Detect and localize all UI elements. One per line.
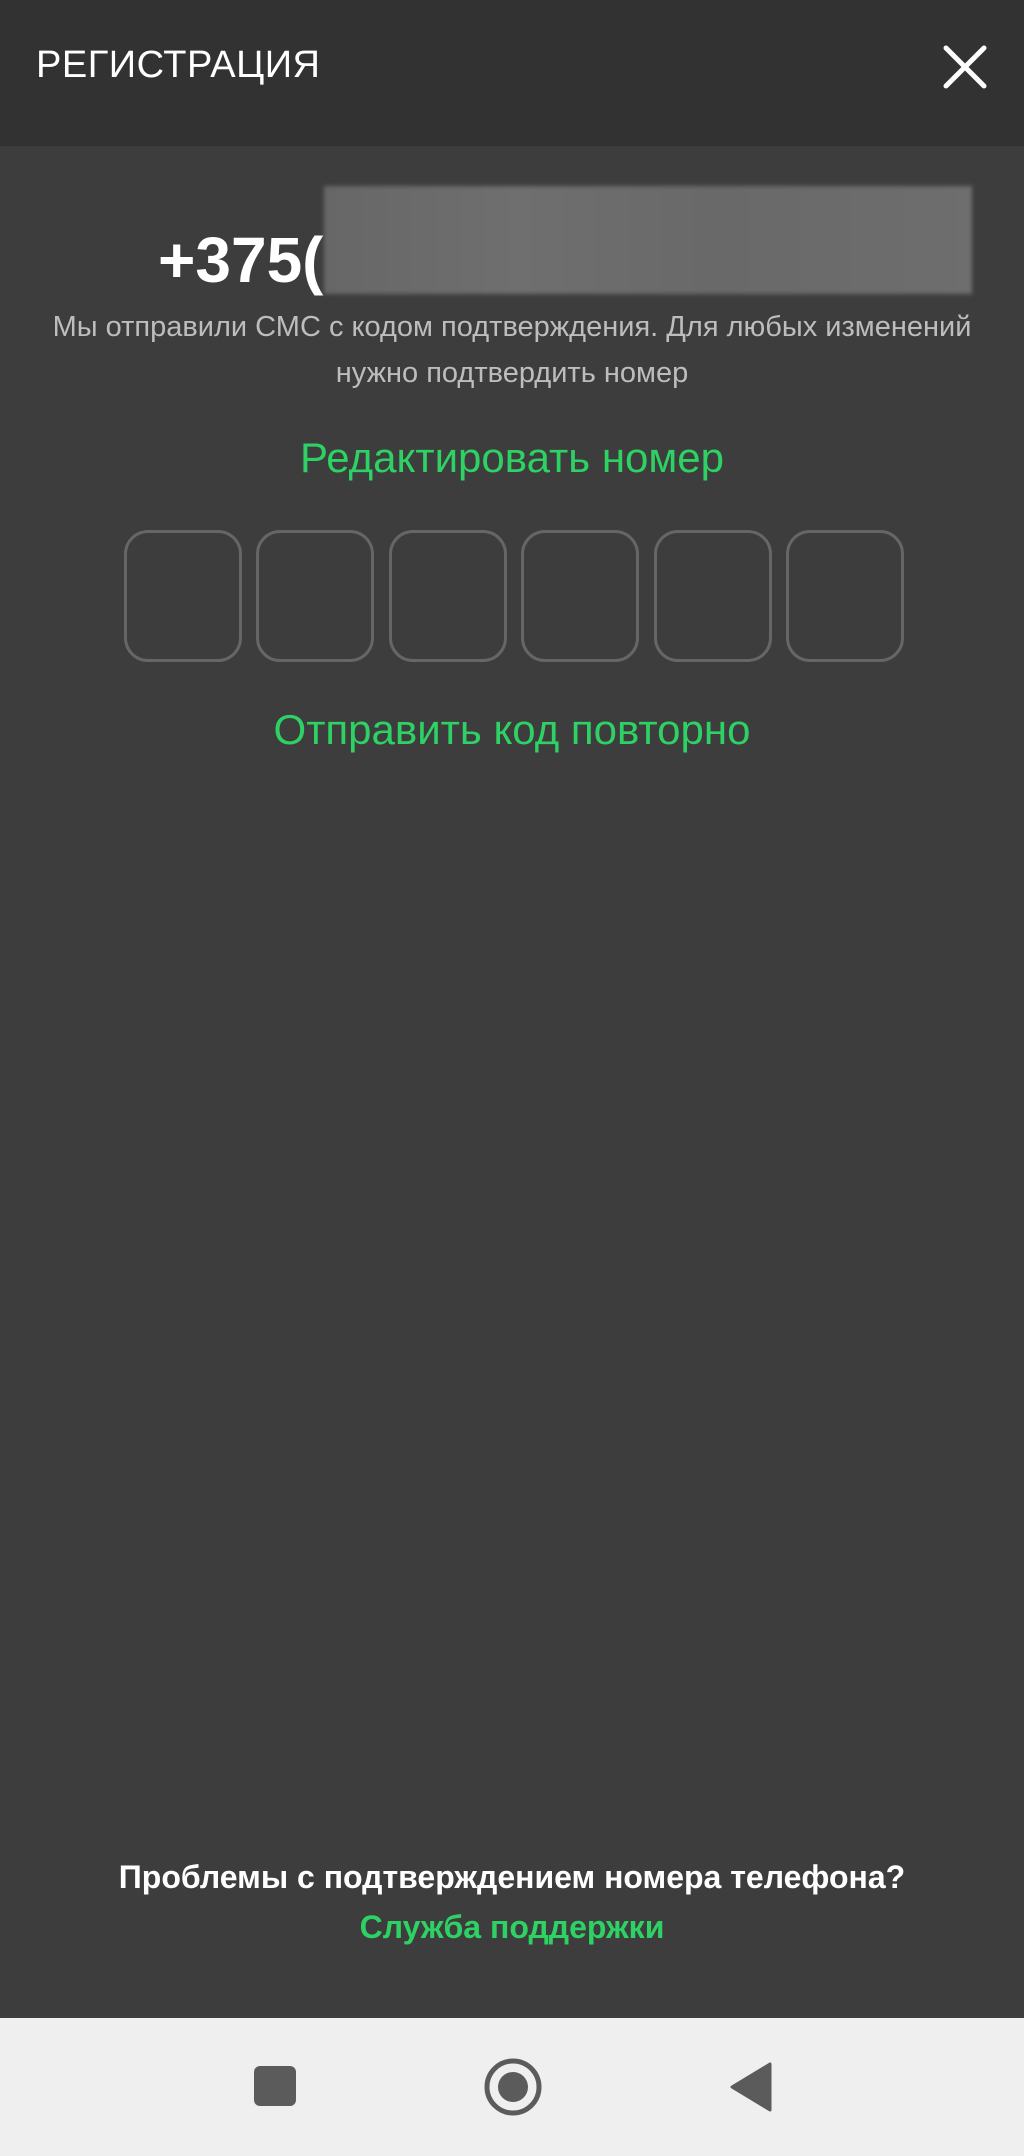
phone-number-redacted-blur: [324, 186, 972, 294]
code-digit-field-2[interactable]: [256, 530, 375, 662]
system-navigation-bar: [0, 2018, 1024, 2156]
code-digit-field-3[interactable]: [388, 530, 507, 662]
back-triangle-icon: [730, 2062, 772, 2112]
top-app-bar: РЕГИСТРАЦИЯ: [0, 0, 1024, 146]
problem-text: Проблемы с подтверждением номера телефон…: [118, 1859, 906, 1895]
close-icon: [943, 45, 987, 89]
code-digit-field-1[interactable]: [124, 530, 242, 662]
support-help-text: Проблемы с подтверждением номера телефон…: [60, 1852, 964, 1952]
edit-number-link[interactable]: Редактировать номер: [0, 434, 1024, 482]
back-button[interactable]: [716, 2052, 786, 2122]
code-digit-field-6[interactable]: [785, 530, 904, 662]
support-link[interactable]: Служба поддержки: [360, 1909, 665, 1945]
page-title: РЕГИСТРАЦИЯ: [36, 44, 321, 86]
code-digit-field-5[interactable]: [653, 530, 772, 662]
home-button[interactable]: [478, 2052, 548, 2122]
phone-number-row: +375(: [0, 186, 1024, 300]
code-digit-field-4[interactable]: [521, 530, 640, 662]
home-circle-icon: [484, 2058, 542, 2116]
registration-screen: РЕГИСТРАЦИЯ +375( Мы отправили СМС с код…: [0, 0, 1024, 2156]
resend-code-link[interactable]: Отправить код повторно: [0, 706, 1024, 754]
phone-number: +375(: [158, 224, 324, 296]
close-button[interactable]: [936, 38, 994, 96]
recents-button[interactable]: [240, 2052, 310, 2122]
sms-sent-message: Мы отправили СМС с кодом подтверждения. …: [52, 311, 972, 389]
recents-square-icon: [254, 2066, 296, 2106]
sms-code-input: [124, 530, 904, 666]
